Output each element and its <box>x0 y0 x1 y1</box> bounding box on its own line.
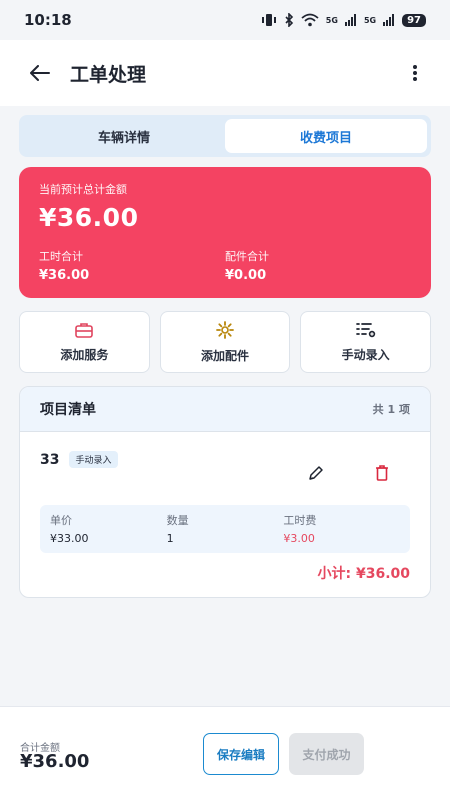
delete-item-button[interactable] <box>371 462 393 484</box>
trash-icon <box>376 465 388 481</box>
item-subtotal: 小计: ¥36.00 <box>317 566 411 582</box>
status-icons: 5G 5G 97 <box>261 13 426 27</box>
add-parts-button[interactable]: 添加配件 <box>159 311 291 373</box>
bluetooth-icon <box>285 13 293 27</box>
pencil-icon <box>309 466 323 480</box>
list-add-icon <box>355 322 375 337</box>
manual-entry-button[interactable]: 手动录入 <box>300 311 432 373</box>
unit-price-label: 单价 <box>50 514 72 527</box>
add-service-label: 添加服务 <box>60 347 109 362</box>
toolbox-icon <box>75 322 94 338</box>
vibrate-icon <box>261 14 276 26</box>
status-bar: 10:18 5G 5G 97 <box>0 0 450 40</box>
parts-total-label: 配件合计 <box>225 250 269 263</box>
labor-total-label: 工时合计 <box>39 250 83 263</box>
edit-item-button[interactable] <box>305 462 327 484</box>
parts-total-value: ¥0.00 <box>225 268 267 283</box>
network-label-2: 5G <box>363 15 377 25</box>
item-list-title: 项目清单 <box>40 402 96 418</box>
more-vertical-icon <box>413 65 417 81</box>
add-parts-label: 添加配件 <box>201 348 250 363</box>
list-item: 33 手动录入 单价 ¥33.00 数量 1 工时费 ¥3.00 小计: ¥36… <box>20 432 430 597</box>
manual-entry-label: 手动录入 <box>341 347 390 362</box>
page-title: 工单处理 <box>70 63 147 86</box>
signal-icon <box>383 14 395 26</box>
item-type-badge: 手动录入 <box>69 451 118 468</box>
bottom-bar: 合计金额 ¥36.00 保存编辑 支付成功 <box>0 706 450 800</box>
summary-card: 当前预计总计金额 ¥36.00 工时合计 ¥36.00 配件合计 ¥0.00 <box>19 167 431 298</box>
tab-vehicle-details[interactable]: 车辆详情 <box>23 119 225 153</box>
labor-fee-value: ¥3.00 <box>283 532 315 545</box>
tab-bar: 车辆详情 收费项目 <box>19 115 431 157</box>
wifi-icon <box>301 13 319 27</box>
item-name: 33 <box>40 451 60 468</box>
more-menu-button[interactable] <box>400 53 430 93</box>
unit-price-value: ¥33.00 <box>50 532 89 545</box>
item-detail-panel: 单价 ¥33.00 数量 1 工时费 ¥3.00 <box>40 505 410 553</box>
footer-total-value: ¥36.00 <box>20 751 90 772</box>
add-service-button[interactable]: 添加服务 <box>19 311 150 373</box>
item-count: 共 1 项 <box>372 403 410 416</box>
signal-icon <box>344 14 356 26</box>
back-button[interactable] <box>20 53 60 93</box>
quantity-label: 数量 <box>166 514 189 527</box>
estimate-total-label: 当前预计总计金额 <box>39 183 127 196</box>
app-bar: 工单处理 <box>0 40 450 106</box>
item-list-card: 项目清单 共 1 项 33 手动录入 单价 ¥33.00 数量 1 工时费 ¥3… <box>19 386 431 598</box>
labor-fee-label: 工时费 <box>283 514 317 527</box>
action-buttons: 添加服务 添加配件 手动录入 <box>19 311 432 373</box>
estimate-total-value: ¥36.00 <box>39 203 139 232</box>
labor-total-value: ¥36.00 <box>39 268 90 283</box>
arrow-left-icon <box>30 65 50 81</box>
status-time: 10:18 <box>24 11 72 29</box>
quantity-value: 1 <box>166 532 174 545</box>
tab-charge-items[interactable]: 收费项目 <box>225 119 427 153</box>
gear-icon <box>216 320 234 339</box>
network-label-1: 5G <box>325 15 338 25</box>
save-edit-button[interactable]: 保存编辑 <box>203 733 279 775</box>
item-list-header: 项目清单 共 1 项 <box>20 387 430 432</box>
payment-success-button: 支付成功 <box>289 733 364 775</box>
battery-indicator: 97 <box>402 13 426 27</box>
